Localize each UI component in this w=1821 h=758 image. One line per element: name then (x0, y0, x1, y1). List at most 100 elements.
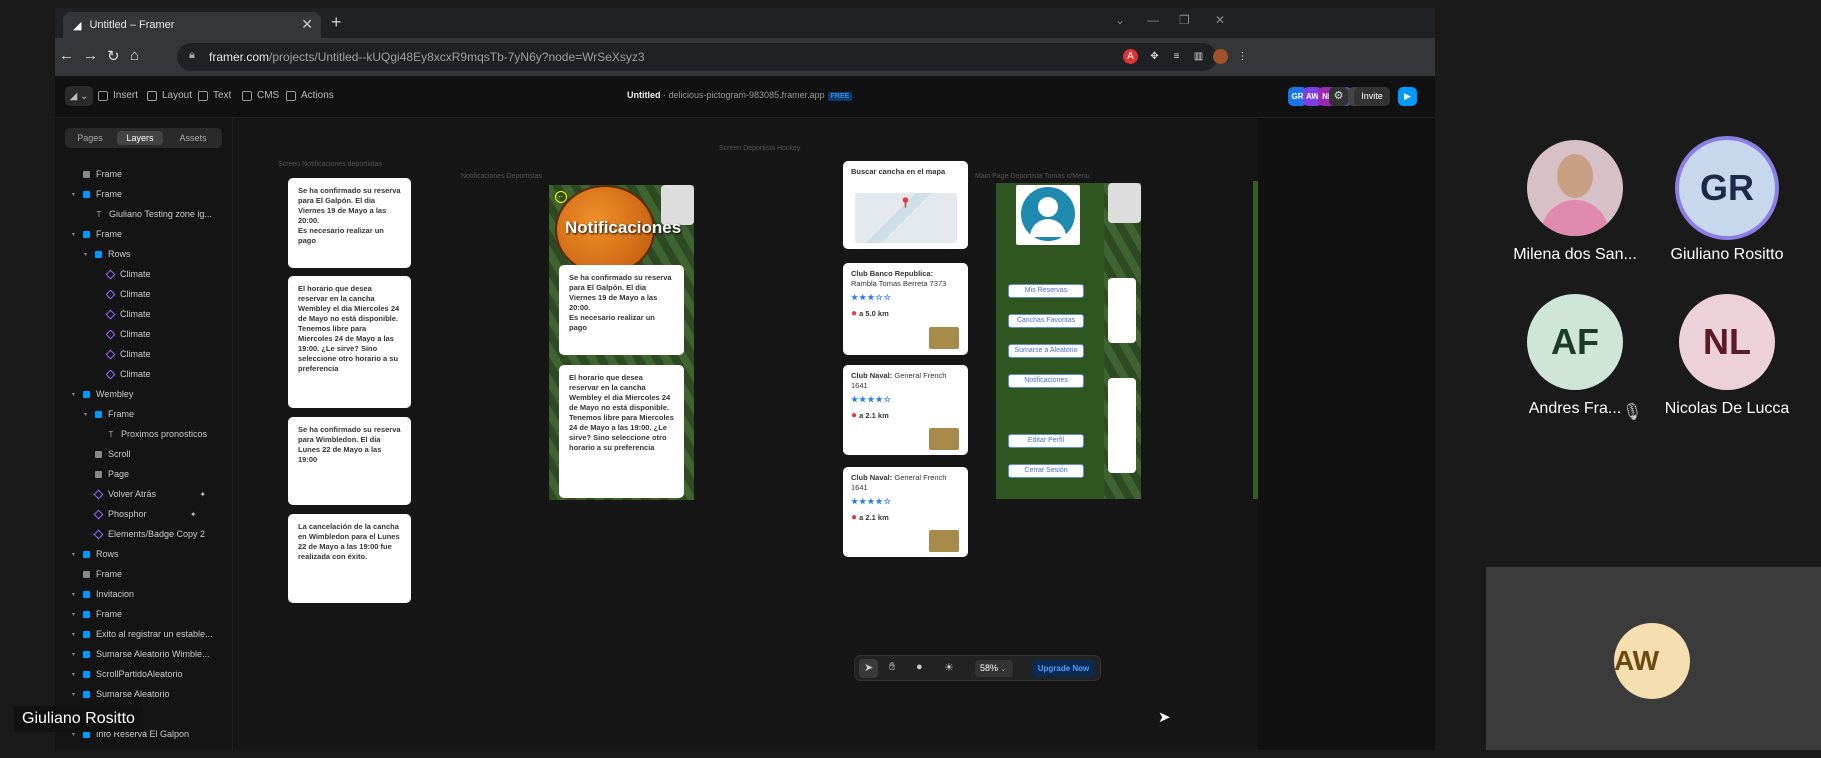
upgrade-button[interactable]: Upgrade Now (1032, 660, 1095, 677)
layer-row[interactable]: ▾ Frame (72, 226, 122, 242)
notification-card[interactable]: La cancelación de la cancha en Wimbledon… (288, 514, 411, 603)
participant-tile[interactable]: Milena dos San... (1510, 140, 1640, 264)
notification-card[interactable]: Se ha confirmado su reserva para Wimbled… (288, 417, 411, 505)
layer-row[interactable]: ▾ Frame (72, 186, 122, 202)
layer-row[interactable]: ▾ Invitacion (72, 586, 134, 602)
user-avatar-icon[interactable] (1021, 187, 1075, 241)
preview-play-icon[interactable]: ▶ (1398, 87, 1417, 106)
layout-button[interactable]: Layout (147, 90, 192, 101)
expand-caret-icon[interactable]: ▾ (72, 671, 75, 678)
menu-item-mis-reservas[interactable]: Mis Reservas (1008, 284, 1084, 298)
browser-tab[interactable]: ◢ Untitled – Framer ✕ (63, 12, 321, 38)
menu-item-cerrar-sesion[interactable]: Cerrar Sesión (1008, 464, 1084, 478)
layer-row[interactable]: Climate (105, 266, 151, 282)
layer-row[interactable]: ▾ Frame (84, 406, 134, 422)
comment-icon[interactable]: ● (916, 661, 923, 673)
layer-row[interactable]: ▾ Sumarse Aleatorio Wimble... (72, 646, 210, 662)
menu-item-canchas-favoritas[interactable]: Canchas Favoritas (1008, 314, 1084, 328)
expand-caret-icon[interactable]: ▾ (72, 231, 75, 238)
frame-label[interactable]: Screen Notificaciones deportistas (278, 161, 382, 168)
layer-row[interactable]: Page (95, 466, 129, 482)
new-tab-icon[interactable]: + (331, 12, 342, 33)
club-card[interactable]: Club Naval: General French 1641 ★★★★☆ ● … (843, 467, 968, 557)
notification-card[interactable]: El horario que desea reservar en la canc… (288, 276, 411, 408)
insert-button[interactable]: Insert (98, 90, 138, 101)
frame-label[interactable]: Screen Deportista Hockey (719, 145, 800, 152)
expand-caret-icon[interactable]: ▾ (84, 411, 87, 418)
expand-caret-icon[interactable]: ▾ (72, 191, 75, 198)
layer-row[interactable]: ▾ Exito al registrar un estable... (72, 626, 213, 642)
participant-tile[interactable]: AF Andres Fra... (1510, 294, 1640, 418)
layer-row[interactable]: ▾ Wembley (72, 386, 133, 402)
notification-card[interactable]: Se ha confirmado su reserva para El Galp… (559, 265, 684, 355)
side-menu[interactable]: Mis Reservas Canchas Favoritas Sumarse a… (996, 183, 1104, 499)
map-card[interactable]: Buscar cancha en el mapa 📍︎ (843, 161, 968, 249)
home-icon[interactable]: ⌂ (130, 47, 139, 64)
close-window-icon[interactable]: ✕ (1215, 13, 1225, 27)
expand-caret-icon[interactable]: ▾ (72, 591, 75, 598)
menu-item-editar-perfil[interactable]: Editar Perfil (1008, 434, 1084, 448)
cms-button[interactable]: CMS (242, 90, 279, 101)
framer-menu-button[interactable]: ◢ ⌄ (65, 86, 93, 106)
back-arrow-icon[interactable]: ← (555, 191, 567, 203)
invite-button[interactable]: Invite (1354, 87, 1390, 106)
layer-row[interactable]: ▾ Rows (84, 246, 131, 262)
tab-layers[interactable]: Layers (117, 131, 163, 145)
layer-row[interactable]: ▾ Frame (72, 606, 122, 622)
tab-pages[interactable]: Pages (68, 131, 112, 145)
layer-row[interactable]: Volver Atrás ✦ (93, 486, 206, 502)
reload-icon[interactable]: ↻ (107, 47, 120, 65)
hand-tool-icon[interactable]: ✋︎ (889, 661, 895, 674)
expand-caret-icon[interactable]: ▾ (72, 391, 75, 398)
frame-label[interactable]: Notificaciones Deportistas (461, 173, 542, 180)
layer-row[interactable]: T Proximos pronosticos (107, 426, 208, 442)
expand-caret-icon[interactable]: ▾ (72, 611, 75, 618)
layer-row[interactable]: Frame (83, 166, 122, 182)
notification-card[interactable]: El horario que desea reservar en la canc… (559, 365, 684, 498)
expand-caret-icon[interactable]: ▾ (72, 551, 75, 558)
self-view-tile[interactable]: AW (1486, 567, 1821, 750)
layer-row[interactable]: ▾ Rows (72, 546, 119, 562)
club-card[interactable]: Club Naval: General French 1641 ★★★★☆ ● … (843, 365, 968, 455)
layer-row[interactable]: Scroll (95, 446, 131, 462)
actions-button[interactable]: Actions (286, 90, 334, 101)
expand-caret-icon[interactable]: ▾ (72, 691, 75, 698)
participant-tile[interactable]: GR Giuliano Rositto (1662, 140, 1792, 264)
layer-row[interactable]: Climate (105, 346, 151, 362)
layer-row[interactable]: Frame (83, 566, 122, 582)
layer-row[interactable]: Climate (105, 306, 151, 322)
design-canvas[interactable]: Screen Notificaciones deportistas Notifi… (233, 118, 1258, 750)
chevron-down-icon[interactable]: ⌄ (1115, 13, 1125, 27)
zoom-select[interactable]: 58% ⌄ (975, 660, 1013, 677)
menu-item-notificaciones[interactable]: Notificaciones (1008, 374, 1084, 388)
layer-row[interactable]: Elements/Badge Copy 2 (93, 526, 205, 542)
menu-item-sumarse-aleatorio[interactable]: Sumarse a Aleatorio (1008, 344, 1084, 358)
profile-avatar-icon[interactable] (1213, 49, 1228, 64)
restore-icon[interactable]: ❐ (1179, 13, 1190, 27)
project-title[interactable]: Untitled · delicious-pictogram-983085.fr… (627, 90, 853, 101)
adblock-icon[interactable]: A (1123, 49, 1138, 64)
forward-icon[interactable]: → (83, 47, 98, 64)
layer-row[interactable]: T Giuliano Testing zone ig... (95, 206, 212, 222)
notification-card[interactable]: Se ha confirmado su reserva para El Galp… (288, 178, 411, 268)
participant-tile[interactable]: NL Nicolas De Lucca (1662, 294, 1792, 418)
side-panel-icon[interactable]: ▥ (1191, 49, 1206, 64)
text-button[interactable]: Text (198, 90, 231, 101)
select-tool-button[interactable]: ➤ (859, 659, 878, 678)
layer-row[interactable]: ▾ ScrollPartidoAleatorio (72, 666, 183, 682)
main-page-screen[interactable]: Mis Reservas Canchas Favoritas Sumarse a… (996, 183, 1141, 499)
layer-row[interactable]: Climate (105, 286, 151, 302)
expand-caret-icon[interactable]: ▾ (84, 251, 87, 258)
back-icon[interactable]: ← (59, 47, 74, 64)
expand-caret-icon[interactable]: ▾ (72, 651, 75, 658)
close-tab-icon[interactable]: ✕ (301, 16, 313, 33)
notifications-screen[interactable]: ← Notificaciones Se ha confirmado su res… (549, 185, 694, 500)
club-card[interactable]: Club Banco Republica: Rambla Tomas Berre… (843, 263, 968, 355)
reading-list-icon[interactable]: ≡ (1169, 49, 1184, 64)
layer-row[interactable]: ▾ Sumarse Aleatorio (72, 686, 170, 702)
tab-assets[interactable]: Assets (169, 131, 217, 145)
layer-row[interactable]: Climate (105, 366, 151, 382)
expand-caret-icon[interactable]: ▾ (72, 631, 75, 638)
layer-row[interactable]: Climate (105, 326, 151, 342)
url-input[interactable]: 🔒︎ framer.com/projects/Untitled--kUQgi48… (177, 43, 1217, 71)
